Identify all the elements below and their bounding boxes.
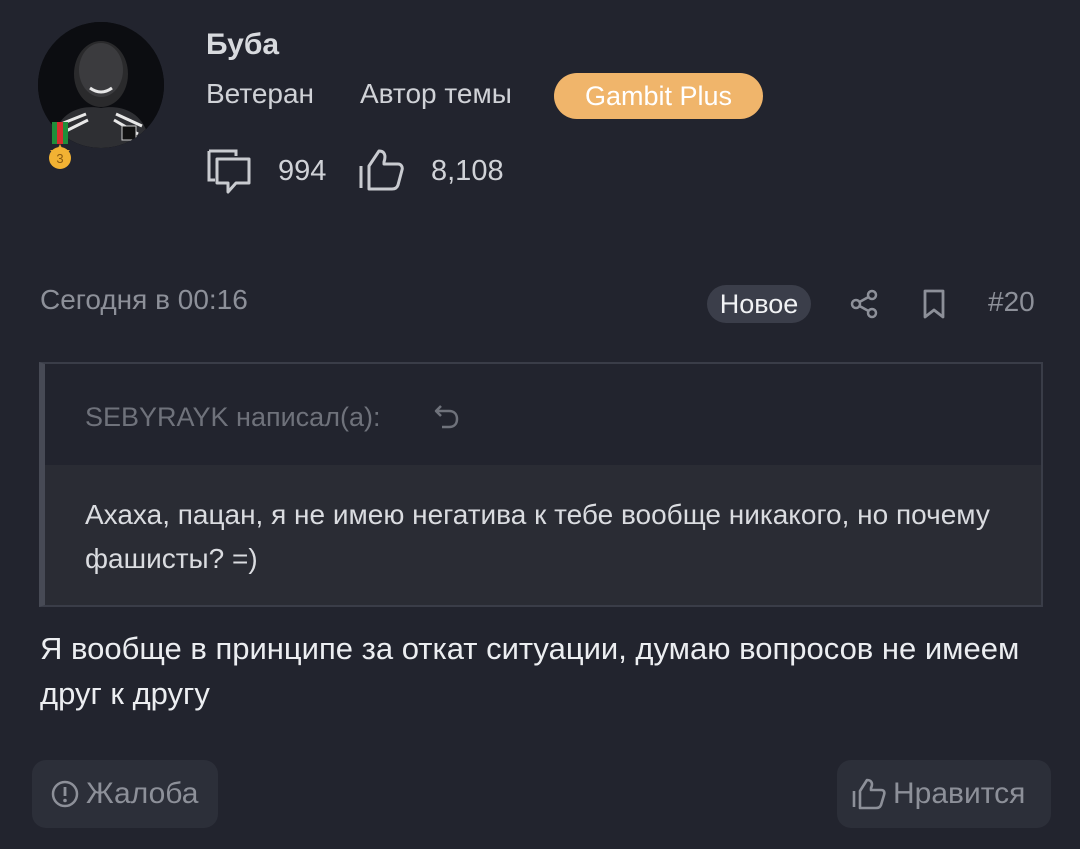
- complaint-label: Жалоба: [86, 777, 199, 810]
- quote-header: SEBYRAYK написал(а):: [45, 364, 1041, 464]
- medal-level: 3: [56, 151, 63, 166]
- reply-arrow-icon[interactable]: [433, 402, 461, 430]
- post-number[interactable]: #20: [988, 286, 1035, 318]
- user-rank: Ветеран: [206, 78, 315, 109]
- quote-block: SEBYRAYK написал(а): Ахаха, пацан, я не …: [39, 362, 1043, 607]
- thumbs-up-icon: [852, 778, 886, 810]
- like-label: Нравится: [893, 777, 1026, 810]
- likes-count: 8,108: [431, 155, 504, 187]
- thumbs-up-icon: [359, 149, 404, 191]
- like-button[interactable]: Нравится: [837, 760, 1051, 828]
- bookmark-icon[interactable]: [918, 288, 950, 320]
- alert-circle-icon: [51, 780, 79, 808]
- medal-icon: 3: [44, 122, 76, 174]
- quote-text: Ахаха, пацан, я не имею негатива к тебе …: [85, 499, 990, 574]
- quote-body: Ахаха, пацан, я не имею негатива к тебе …: [45, 465, 1041, 605]
- messages-count: 994: [278, 155, 327, 187]
- quote-author[interactable]: SEBYRAYK написал(а):: [85, 402, 380, 433]
- share-icon[interactable]: [848, 288, 880, 320]
- messages-icon: [207, 149, 251, 194]
- post-text: Я вообще в принципе за откат ситуации, д…: [40, 631, 1020, 711]
- complaint-button[interactable]: Жалоба: [32, 760, 218, 828]
- gambit-plus-badge: Gambit Plus: [554, 73, 763, 119]
- post-date[interactable]: Сегодня в 00:16: [40, 284, 248, 316]
- topic-author-label: Автор темы: [360, 78, 512, 109]
- username[interactable]: Буба: [206, 28, 279, 62]
- new-badge: Новое: [707, 285, 811, 323]
